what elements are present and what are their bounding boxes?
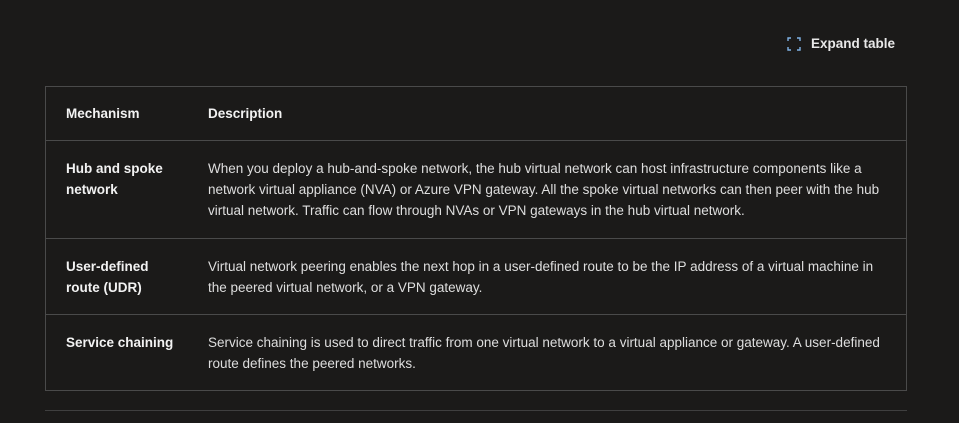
mechanism-cell: Hub and spoke network bbox=[66, 161, 163, 197]
expand-table-button[interactable]: Expand table bbox=[787, 36, 895, 51]
table-row: User-defined route (UDR) Virtual network… bbox=[46, 238, 906, 315]
description-cell: Service chaining is used to direct traff… bbox=[208, 335, 880, 371]
mechanism-table: Mechanism Description Hub and spoke netw… bbox=[45, 86, 907, 391]
table-header-row: Mechanism Description bbox=[46, 87, 906, 141]
mechanism-cell: Service chaining bbox=[66, 335, 174, 350]
table-row: Hub and spoke network When you deploy a … bbox=[46, 140, 906, 239]
expand-table-label: Expand table bbox=[810, 36, 895, 51]
column-header-description: Description bbox=[208, 106, 283, 121]
expand-icon bbox=[787, 36, 801, 51]
mechanism-cell: User-defined route (UDR) bbox=[66, 259, 149, 295]
description-cell: When you deploy a hub-and-spoke network,… bbox=[208, 161, 880, 218]
column-header-mechanism: Mechanism bbox=[66, 106, 140, 121]
description-cell: Virtual network peering enables the next… bbox=[208, 259, 874, 295]
divider bbox=[45, 410, 907, 411]
table-row: Service chaining Service chaining is use… bbox=[46, 314, 906, 390]
